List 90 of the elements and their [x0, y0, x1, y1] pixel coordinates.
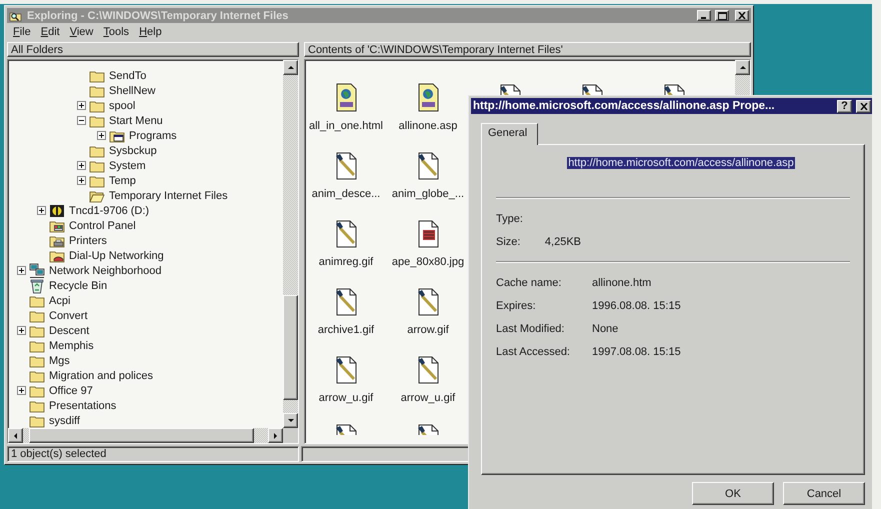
tree-item[interactable]: Office 97: [29, 383, 95, 398]
down-arrow-icon: [286, 416, 296, 425]
pane-header: Contents of 'C:\WINDOWS\Temporary Internet Files': [304, 42, 751, 57]
scroll-up-button[interactable]: [283, 60, 298, 75]
file-entry[interactable]: arrow_u.gif: [305, 354, 387, 404]
field-label: Expires:: [496, 298, 537, 314]
close-button[interactable]: [735, 10, 749, 21]
menu-item[interactable]: File: [13, 26, 31, 38]
tree-item[interactable]: SendTo: [89, 68, 148, 83]
field-label: Size:: [496, 234, 522, 250]
tree-item[interactable]: Descent: [29, 323, 92, 338]
expand-button[interactable]: [17, 326, 26, 335]
tree-item[interactable]: Tncd1-9706 (D:): [49, 203, 152, 218]
field-value: allinone.htm: [592, 276, 652, 290]
expand-button[interactable]: [37, 206, 46, 215]
recycle-bin-icon: [29, 278, 45, 294]
minimize-button[interactable]: [697, 10, 711, 21]
tree-item[interactable]: Convert: [29, 308, 90, 323]
tree-item[interactable]: Migration and polices: [29, 368, 155, 383]
tree-item[interactable]: Acpi: [29, 293, 72, 308]
close-icon: [860, 102, 868, 110]
tree-item[interactable]: Presentations: [29, 398, 118, 413]
tree-item[interactable]: Mgs: [29, 353, 72, 368]
field-value: None: [592, 322, 620, 336]
dialog-button[interactable]: OK: [692, 482, 774, 505]
expand-button[interactable]: [17, 386, 26, 395]
maximize-icon: [718, 12, 726, 20]
menu-item[interactable]: Edit: [40, 26, 60, 38]
scrollbar-corner: [283, 428, 298, 443]
menu-item[interactable]: Tools: [103, 26, 130, 38]
tab[interactable]: General: [481, 123, 538, 145]
url-text: http://home.microsoft.com/access/allinone.asp: [567, 157, 795, 169]
tree-item[interactable]: System: [89, 158, 148, 173]
file-entry[interactable]: anim_globe_...: [387, 150, 469, 200]
file-entry[interactable]: animreg.gif: [305, 218, 387, 268]
folder-search-icon: [9, 10, 23, 22]
window-title: http://home.microsoft.com/access/allinone.asp Prope...: [473, 100, 776, 112]
field-label: Last Accessed:: [496, 344, 570, 360]
file-entry[interactable]: arrow.gif: [387, 286, 469, 336]
file-entry[interactable]: anim_desce...: [305, 150, 387, 200]
window-title: Exploring - C:\WINDOWS\Temporary Internet Files: [27, 10, 290, 22]
tree-item[interactable]: Temp: [89, 173, 138, 188]
field-label: Type:: [496, 212, 523, 226]
scroll-up-button[interactable]: [735, 60, 750, 75]
maximize-button[interactable]: [715, 10, 729, 21]
expand-button[interactable]: [77, 176, 86, 185]
tree-item[interactable]: Printers: [49, 233, 109, 248]
field-value: 1997.08.08. 15:15: [592, 344, 682, 360]
field-value: 4,25KB: [544, 234, 582, 250]
scrollbar-thumb[interactable]: [283, 295, 298, 400]
dialog-button[interactable]: Cancel: [783, 482, 865, 505]
tree-item[interactable]: Temporary Internet Files: [89, 188, 230, 203]
field-value: 1996.08.08. 15:15: [592, 298, 682, 314]
file-entry[interactable]: allinone.asp: [387, 82, 469, 132]
pane-header: All Folders: [7, 42, 299, 57]
up-arrow-icon: [738, 63, 748, 72]
file-entry[interactable]: all_in_one.html: [305, 82, 387, 132]
scroll-right-button[interactable]: [268, 428, 283, 443]
tree-item[interactable]: spool: [89, 98, 138, 113]
tree-item[interactable]: Control Panel: [49, 218, 138, 233]
tree-item[interactable]: ShellNew: [89, 83, 158, 98]
tree-item[interactable]: Start Menu: [89, 113, 165, 128]
scroll-left-button[interactable]: [8, 428, 23, 443]
expand-button[interactable]: [17, 266, 26, 275]
up-arrow-icon: [286, 63, 296, 72]
tree-item[interactable]: Memphis: [29, 338, 96, 353]
menu-item[interactable]: View: [70, 26, 94, 38]
tree-item[interactable]: Sysbckup: [89, 143, 159, 158]
tree-item[interactable]: Dial-Up Networking: [49, 248, 166, 263]
help-button[interactable]: ?: [837, 100, 852, 112]
file-entry[interactable]: archive1.gif: [305, 286, 387, 336]
expand-button[interactable]: [97, 131, 106, 140]
tree-item[interactable]: sysdiff: [29, 413, 82, 428]
scroll-down-button[interactable]: [283, 413, 298, 428]
close-icon: [738, 12, 746, 19]
close-button[interactable]: [856, 100, 871, 112]
field-label: Last Modified:: [496, 322, 566, 336]
collapse-button[interactable]: [77, 116, 86, 125]
field-label: Cache name:: [496, 276, 562, 290]
tree-item[interactable]: Programs: [109, 128, 179, 143]
network-icon: [29, 262, 45, 278]
file-entry[interactable]: arrow_u.gif: [387, 354, 469, 404]
tree-item[interactable]: Recycle Bin: [29, 278, 110, 293]
status-text: 1 object(s) selected: [7, 446, 299, 462]
menu-item[interactable]: Help: [139, 26, 162, 38]
file-entry[interactable]: ape_80x80.jpg: [387, 218, 469, 268]
drive-icon: [49, 202, 65, 218]
tree-item[interactable]: Network Neighborhood: [29, 263, 164, 278]
expand-button[interactable]: [77, 101, 86, 110]
expand-button[interactable]: [77, 161, 86, 170]
